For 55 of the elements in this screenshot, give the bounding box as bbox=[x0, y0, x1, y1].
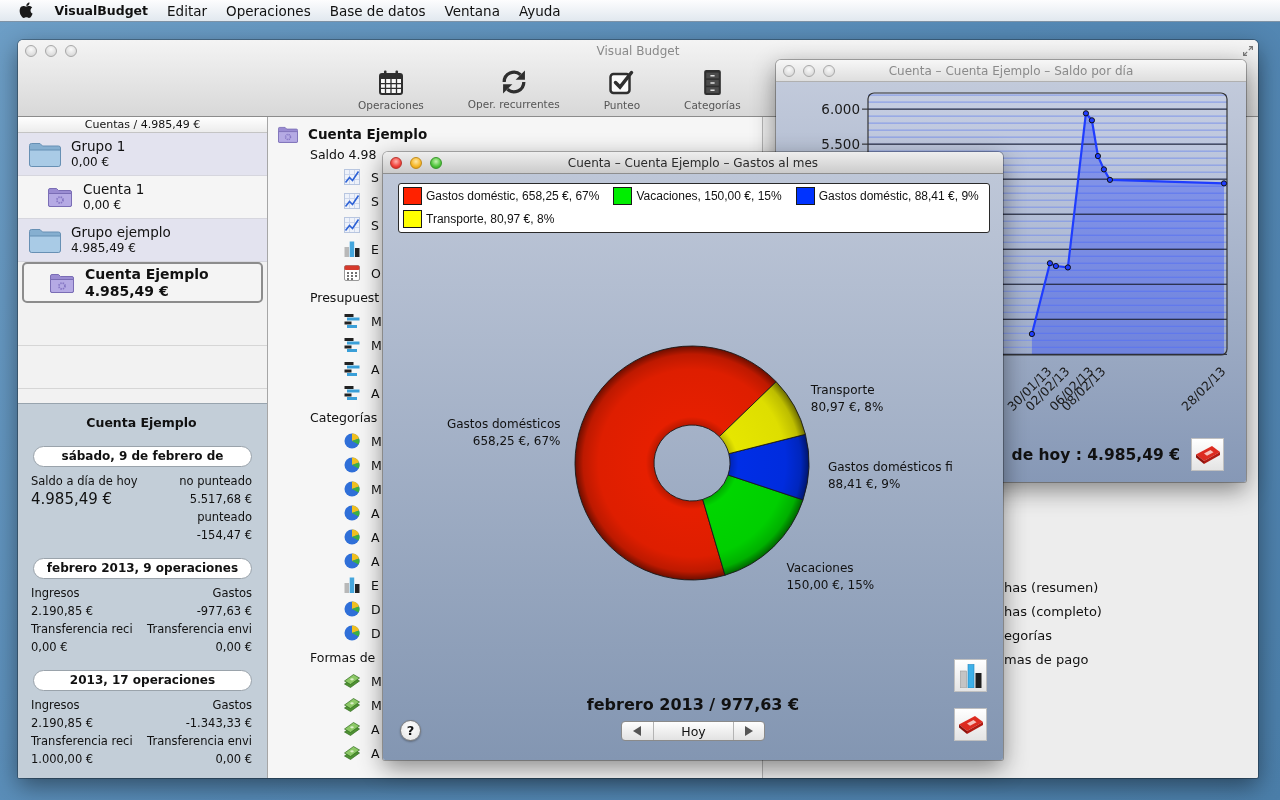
account-name: Grupo 1 bbox=[71, 138, 126, 154]
figure-value: -1.343,33 € bbox=[185, 715, 252, 732]
account-amount: 4.985,49 € bbox=[71, 240, 136, 256]
period-heading: 2013, 17 operaciones bbox=[33, 670, 252, 691]
window-title: Cuenta – Cuenta Ejemplo – Gastos al mes bbox=[567, 155, 819, 170]
legend-label: Vacaciones, 150,00 €, 15% bbox=[636, 189, 782, 203]
figure-label: punteado bbox=[197, 509, 252, 526]
figure-label: Gastos bbox=[212, 585, 252, 602]
figure-value: 0,00 € bbox=[31, 639, 68, 656]
figure-label: Transferencia reci bbox=[31, 733, 133, 750]
figure-value: 5.517,68 € bbox=[189, 491, 252, 508]
figure-value: -977,63 € bbox=[196, 603, 252, 620]
slice-label: Transporte 80,97 €, 8% bbox=[810, 383, 884, 415]
section-heading: Presupuest bbox=[310, 289, 380, 305]
figure-value: 0,00 € bbox=[215, 639, 252, 656]
period-heading: febrero 2013, 9 operaciones bbox=[33, 558, 252, 579]
figure-value: 2.190,85 € bbox=[31, 715, 94, 732]
section-heading: Categorías bbox=[310, 409, 378, 425]
sidebar-header: Cuentas / 4.985,49 € bbox=[18, 117, 267, 133]
period-heading: sábado, 9 de febrero de bbox=[33, 446, 252, 467]
balance-total: de hoy : 4.985,49 € bbox=[1011, 445, 1180, 464]
slice-label: Gastos domésticos fi 88,41 €, 9% bbox=[827, 460, 953, 492]
figure-value: 1.000,00 € bbox=[31, 751, 94, 768]
window-title: Cuenta – Cuenta Ejemplo – Saldo por día bbox=[888, 63, 1134, 78]
legend-label: Transporte, 80,97 €, 8% bbox=[426, 212, 555, 226]
account-amount: 0,00 € bbox=[71, 154, 110, 170]
figure-label: Saldo a día de hoy bbox=[31, 473, 138, 490]
account-amount: 4.985,49 € bbox=[85, 282, 169, 300]
figure-label: Transferencia envi bbox=[147, 621, 252, 638]
account-name: Cuenta Ejemplo bbox=[85, 265, 209, 283]
legend-label: Gastos doméstic, 658,25 €, 67% bbox=[426, 189, 600, 203]
figure-label: Ingresos bbox=[31, 585, 80, 602]
account-amount: 0,00 € bbox=[83, 197, 122, 213]
summary-title: Cuenta Ejemplo bbox=[86, 415, 197, 431]
figure-label: Ingresos bbox=[31, 697, 80, 714]
account-name: Cuenta 1 bbox=[83, 181, 145, 197]
axis-label: 6.000 bbox=[821, 101, 860, 118]
slice-label: Gastos domésticos 658,25 €, 67% bbox=[447, 417, 561, 449]
period-total: febrero 2013 / 977,63 € bbox=[586, 695, 800, 715]
slice-label: Vacaciones 150,00 €, 15% bbox=[786, 561, 875, 593]
account-title: Cuenta Ejemplo bbox=[308, 126, 428, 142]
figure-value: 2.190,85 € bbox=[31, 603, 94, 620]
balance-text: Saldo 4.98 bbox=[310, 147, 377, 162]
figure-label: no punteado bbox=[179, 473, 252, 490]
figure-label: Gastos bbox=[212, 697, 252, 714]
figure-value: -154,47 € bbox=[196, 527, 252, 544]
account-name: Grupo ejemplo bbox=[71, 224, 171, 240]
legend-label: Gastos doméstic, 88,41 €, 9% bbox=[818, 189, 979, 203]
figure-value: 4.985,49 € bbox=[31, 490, 113, 508]
figure-label: Transferencia envi bbox=[147, 733, 252, 750]
window-title: Visual Budget bbox=[596, 44, 680, 58]
axis-label: 5.500 bbox=[821, 136, 860, 153]
section-heading: Formas de bbox=[310, 649, 376, 665]
figure-label: Transferencia reci bbox=[31, 621, 133, 638]
figure-value: 0,00 € bbox=[215, 751, 252, 768]
